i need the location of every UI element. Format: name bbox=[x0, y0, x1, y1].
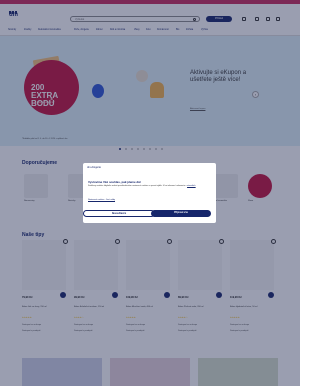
dialog-title: Vyslovíme Váš souhlas, pak jdeme dál bbox=[88, 180, 141, 184]
dialog-body: Souhlasy můžete kdykoliv změnit prostřed… bbox=[88, 185, 187, 187]
reject-cookies-button[interactable]: Nesouhlasím bbox=[83, 210, 155, 217]
cookie-settings-link[interactable]: Nastavení cookies · Jiné volby bbox=[88, 199, 115, 201]
accept-cookies-button[interactable]: Přijmout vše bbox=[151, 210, 211, 217]
dialog-text: Souhlasy můžete kdykoliv změnit prostřed… bbox=[88, 185, 210, 188]
privacy-link[interactable]: zásadách bbox=[187, 185, 196, 187]
dialog-logo: dm-drogerie bbox=[87, 166, 101, 169]
